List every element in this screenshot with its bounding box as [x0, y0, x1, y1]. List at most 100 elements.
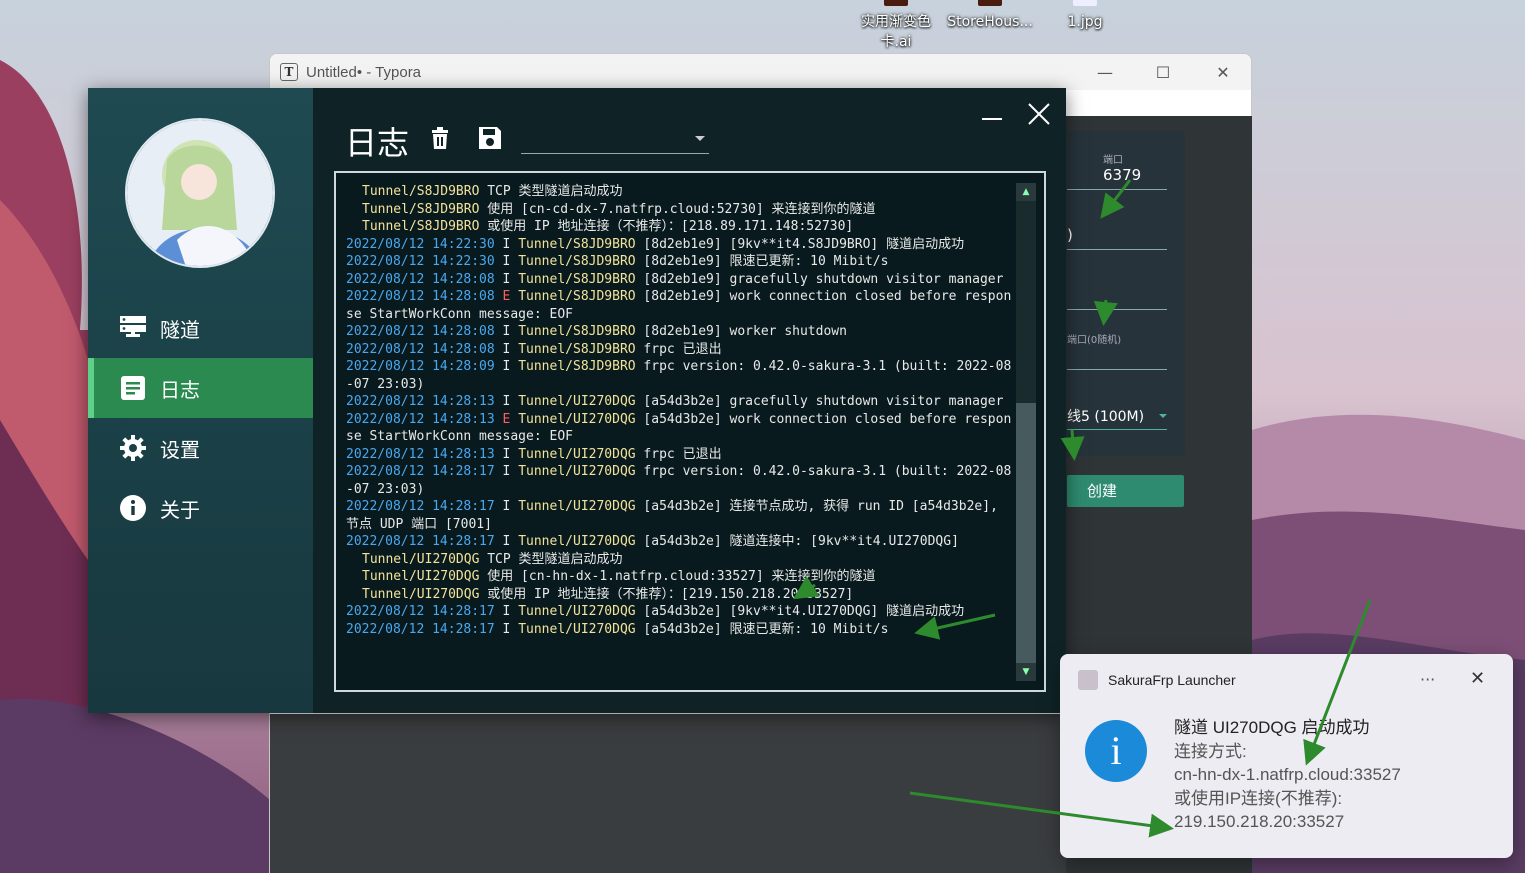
- log-filter-select[interactable]: [521, 128, 709, 154]
- port-underline: [1067, 189, 1167, 190]
- page-title: 日志: [345, 124, 410, 162]
- log-message: [8d2eb1e9] gracefully shutdown visitor m…: [635, 271, 1004, 287]
- log-timestamp: 2022/08/12 14:28:09: [346, 359, 495, 374]
- scroll-down-icon[interactable]: ▼: [1016, 663, 1036, 681]
- desktop-icon-label-2: 卡.ai: [880, 34, 912, 50]
- field-underline: [1067, 249, 1167, 250]
- log-level: E: [502, 289, 511, 304]
- log-tunnel-name: Tunnel/UI270DQG: [518, 621, 636, 637]
- toast-line: 连接方式:: [1174, 741, 1247, 761]
- minimize-button[interactable]: —: [1082, 60, 1128, 86]
- sidebar-item-tunnels[interactable]: 隧道: [88, 298, 313, 358]
- log-timestamp: 2022/08/12 14:28:17: [346, 621, 495, 637]
- log-tunnel-name: Tunnel/UI270DQG: [518, 394, 636, 409]
- scrollbar-thumb[interactable]: [1016, 403, 1036, 668]
- log-message: TCP 类型隧道启动成功: [479, 551, 623, 567]
- log-message: 使用 [cn-hn-dx-1.natfrp.cloud:33527] 来连接到你…: [479, 569, 876, 584]
- log-timestamp: 2022/08/12 14:22:30: [346, 254, 495, 269]
- form-field-fragment: ): [1067, 226, 1073, 244]
- more-options-button[interactable]: ···: [1420, 670, 1435, 689]
- log-line: 2022/08/12 14:28:17 I Tunnel/UI270DQG fr…: [346, 463, 1014, 498]
- log-timestamp: 2022/08/12 14:28:17: [346, 499, 495, 514]
- log-timestamp: 2022/08/12 14:28:13: [346, 446, 495, 462]
- log-tunnel-name: Tunnel/S8JD9BRO: [518, 236, 636, 252]
- log-level: I: [502, 534, 511, 549]
- log-level: I: [502, 254, 511, 269]
- ai-file-icon: [884, 0, 908, 6]
- desktop-icon-ai-file[interactable]: 实用渐变色 卡.ai: [851, 0, 941, 52]
- gear-icon: [118, 433, 148, 463]
- close-button[interactable]: ✕: [1200, 60, 1246, 86]
- maximize-button[interactable]: ☐: [1140, 60, 1186, 86]
- log-level: I: [502, 341, 511, 357]
- log-message: [a54d3b2e] [9kv**it4.UI270DQG] 隧道启动成功: [635, 604, 965, 619]
- toast-header: SakuraFrp Launcher: [1078, 670, 1236, 690]
- log-line: 2022/08/12 14:22:30 I Tunnel/S8JD9BRO [8…: [346, 253, 1014, 271]
- sakurafrp-app-icon: [1078, 670, 1098, 690]
- log-tunnel-name: Tunnel/S8JD9BRO: [362, 219, 480, 234]
- log-message: frpc 已退出: [635, 341, 722, 357]
- toast-close-button[interactable]: ✕: [1470, 668, 1485, 689]
- log-line: 2022/08/12 14:28:17 I Tunnel/UI270DQG [a…: [346, 603, 1014, 621]
- log-tunnel-name: Tunnel/UI270DQG: [518, 464, 636, 479]
- close-button[interactable]: [1019, 100, 1059, 130]
- server-icon: [118, 313, 148, 343]
- log-level: I: [502, 271, 511, 287]
- log-tunnel-name: Tunnel/S8JD9BRO: [518, 341, 636, 357]
- sidebar-item-label: 日志: [160, 377, 200, 402]
- notification-toast[interactable]: SakuraFrp Launcher ··· ✕ i 隧道 UI270DQG 启…: [1060, 654, 1513, 858]
- port-label: 端口: [1103, 155, 1123, 166]
- folder-icon: [978, 0, 1002, 6]
- desktop-icon-jpg[interactable]: 1.jpg: [1040, 0, 1130, 32]
- toast-line: 219.150.218.20:33527: [1174, 812, 1345, 831]
- log-message: 或使用 IP 地址连接（不推荐）：[219.150.218.20:33527]: [479, 586, 854, 602]
- toast-app-name: SakuraFrp Launcher: [1108, 672, 1236, 688]
- field-underline: [1067, 309, 1167, 310]
- log-timestamp: 2022/08/12 14:28:17: [346, 534, 495, 549]
- log-scrollbar[interactable]: ▲ ▼: [1016, 183, 1036, 681]
- create-button[interactable]: 创建: [1067, 475, 1184, 507]
- log-tunnel-name: Tunnel/UI270DQG: [518, 499, 636, 514]
- log-line: Tunnel/S8JD9BRO 或使用 IP 地址连接（不推荐）：[218.89…: [346, 218, 1014, 236]
- log-tunnel-name: Tunnel/S8JD9BRO: [518, 359, 636, 374]
- log-tunnel-name: Tunnel/S8JD9BRO: [518, 289, 636, 304]
- save-icon[interactable]: [477, 125, 503, 151]
- scroll-up-icon[interactable]: ▲: [1016, 183, 1036, 201]
- random-port-label: 端口(0随机): [1067, 335, 1122, 346]
- node-select-value[interactable]: 线5 (100M): [1067, 406, 1144, 426]
- log-line: Tunnel/UI270DQG 或使用 IP 地址连接（不推荐）：[219.15…: [346, 586, 1014, 604]
- node-select-underline: [1067, 429, 1167, 430]
- log-level: I: [502, 604, 511, 619]
- log-line: 2022/08/12 14:28:17 I Tunnel/UI270DQG [a…: [346, 621, 1014, 639]
- log-line: 2022/08/12 14:28:08 I Tunnel/S8JD9BRO [8…: [346, 271, 1014, 289]
- sidebar-item-settings[interactable]: 设置: [88, 418, 313, 478]
- log-tunnel-name: Tunnel/UI270DQG: [362, 569, 480, 584]
- window-title: Untitled• - Typora: [306, 63, 422, 81]
- desktop-icon-storehouse[interactable]: StoreHous...: [945, 0, 1035, 32]
- log-output[interactable]: Tunnel/S8JD9BRO TCP 类型隧道启动成功 Tunnel/S8JD9…: [334, 171, 1046, 692]
- log-line: 2022/08/12 14:28:13 I Tunnel/UI270DQG [a…: [346, 393, 1014, 411]
- typora-app-icon: T: [280, 63, 298, 81]
- log-level: I: [502, 359, 511, 374]
- log-tunnel-name: Tunnel/UI270DQG: [518, 604, 636, 619]
- desktop-icon-label: StoreHous...: [947, 14, 1033, 30]
- minimize-button[interactable]: [972, 100, 1012, 130]
- sidebar-item-label: 隧道: [160, 317, 200, 342]
- port-value[interactable]: 6379: [1103, 166, 1141, 184]
- sidebar: 隧道 日志 设置 关于: [88, 88, 313, 713]
- sidebar-item-label: 关于: [160, 497, 200, 522]
- log-level: I: [502, 621, 511, 637]
- chevron-down-icon: [695, 136, 705, 141]
- log-line: 2022/08/12 14:28:13 E Tunnel/UI270DQG [a…: [346, 411, 1014, 446]
- sidebar-item-logs[interactable]: 日志: [88, 358, 313, 418]
- log-level: I: [502, 236, 511, 252]
- log-timestamp: 2022/08/12 14:28:08: [346, 289, 495, 304]
- info-icon: [118, 493, 148, 523]
- trash-icon[interactable]: [427, 125, 453, 151]
- sidebar-item-about[interactable]: 关于: [88, 478, 313, 538]
- image-file-icon: [1073, 0, 1097, 6]
- log-timestamp: 2022/08/12 14:28:08: [346, 324, 495, 339]
- avatar: [125, 118, 275, 268]
- log-tunnel-name: Tunnel/UI270DQG: [362, 586, 480, 602]
- log-level: I: [502, 446, 511, 462]
